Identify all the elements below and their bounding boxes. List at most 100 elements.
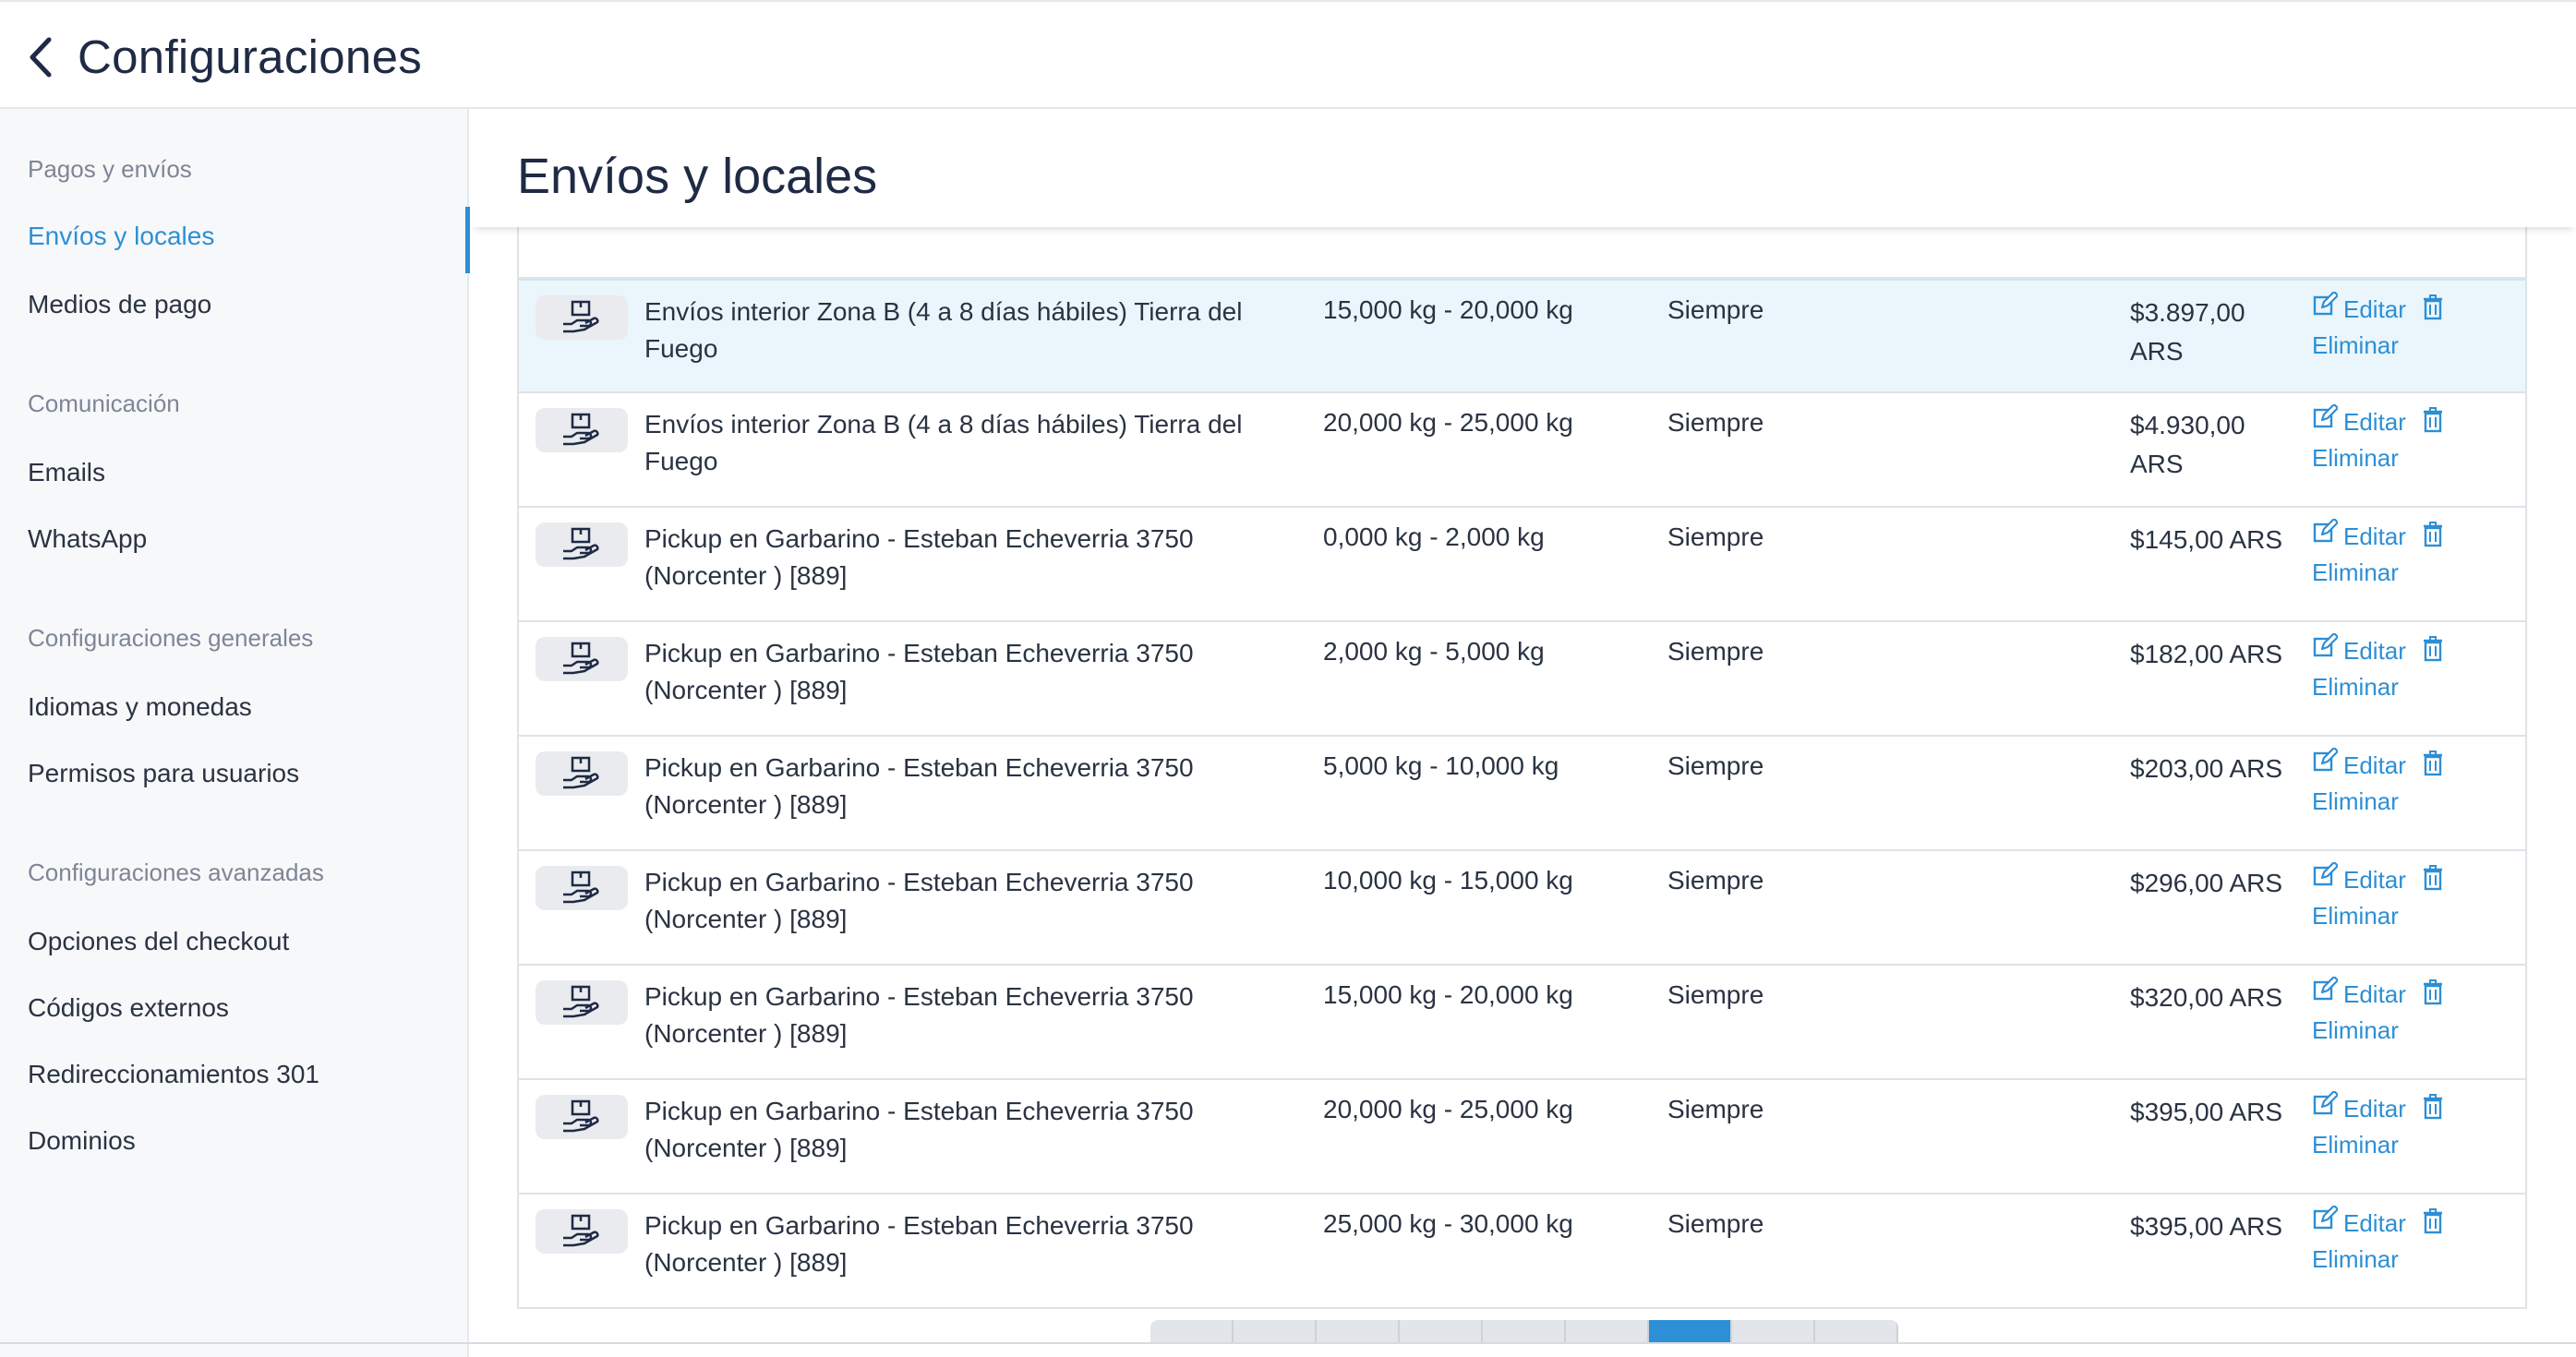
sidebar-item-idiomas[interactable]: Idiomas y monedas — [28, 692, 252, 722]
section-title: Envíos y locales — [517, 149, 878, 204]
delete-link[interactable]: Eliminar — [2312, 670, 2497, 703]
row-actions: Editar Eliminar — [2312, 1089, 2497, 1161]
hand-package-icon — [536, 295, 628, 340]
trash-icon[interactable] — [2423, 294, 2443, 329]
sidebar-item-checkout[interactable]: Opciones del checkout — [28, 927, 289, 956]
page-segment[interactable] — [1483, 1320, 1566, 1342]
edit-label: Editar — [2343, 636, 2406, 665]
shipping-name: Pickup en Garbarino - Esteban Echeverria… — [644, 868, 1194, 933]
edit-label: Editar — [2343, 294, 2406, 323]
hand-package-icon — [536, 980, 628, 1025]
page-segment[interactable] — [1150, 1320, 1234, 1342]
edit-link[interactable]: Editar — [2312, 517, 2406, 553]
trash-icon[interactable] — [2423, 635, 2443, 670]
sidebar-section-generales: Configuraciones generales — [28, 624, 314, 652]
edit-link[interactable]: Editar — [2312, 860, 2406, 896]
availability: Siempre — [1667, 1209, 1764, 1238]
page-segment[interactable] — [1732, 1320, 1815, 1342]
shipping-name: Pickup en Garbarino - Esteban Echeverria… — [644, 639, 1194, 704]
page-segment[interactable] — [1234, 1320, 1317, 1342]
table-row: Envíos interior Zona B (4 a 8 días hábil… — [519, 279, 2525, 393]
edit-icon — [2312, 746, 2340, 782]
price: $296,00 ARS — [2130, 869, 2283, 897]
shipping-name: Pickup en Garbarino - Esteban Echeverria… — [644, 524, 1194, 590]
sidebar-item-emails[interactable]: Emails — [28, 458, 105, 487]
sidebar-item-permisos[interactable]: Permisos para usuarios — [28, 759, 299, 788]
table-row: Envíos interior Zona B (4 a 8 días hábil… — [519, 393, 2525, 508]
delete-link[interactable]: Eliminar — [2312, 441, 2497, 474]
trash-icon[interactable] — [2423, 979, 2443, 1014]
sidebar-item-whatsapp[interactable]: WhatsApp — [28, 524, 147, 554]
edit-label: Editar — [2343, 751, 2406, 779]
hand-package-icon — [536, 751, 628, 796]
back-button[interactable] — [18, 33, 63, 81]
sidebar-item-dominios[interactable]: Dominios — [28, 1126, 136, 1156]
delete-link[interactable]: Eliminar — [2312, 1243, 2497, 1276]
weight-range: 5,000 kg - 10,000 kg — [1323, 751, 1559, 780]
sidebar-item-codigos[interactable]: Códigos externos — [28, 993, 229, 1023]
trash-icon[interactable] — [2423, 750, 2443, 785]
row-actions: Editar Eliminar — [2312, 631, 2497, 703]
sidebar-item-medios-de-pago[interactable]: Medios de pago — [28, 290, 211, 319]
delete-link[interactable]: Eliminar — [2312, 1128, 2497, 1161]
delete-link[interactable]: Eliminar — [2312, 329, 2497, 362]
sidebar-item-envios[interactable]: Envíos y locales — [28, 222, 214, 251]
availability: Siempre — [1667, 408, 1764, 437]
table-row: Pickup en Garbarino - Esteban Echeverria… — [519, 966, 2525, 1080]
availability: Siempre — [1667, 1095, 1764, 1123]
availability: Siempre — [1667, 637, 1764, 666]
bottom-divider — [0, 1342, 2576, 1344]
trash-icon[interactable] — [2423, 864, 2443, 899]
trash-icon[interactable] — [2423, 1207, 2443, 1243]
delete-link[interactable]: Eliminar — [2312, 785, 2497, 818]
edit-link[interactable]: Editar — [2312, 290, 2406, 326]
weight-range: 2,000 kg - 5,000 kg — [1323, 637, 1545, 666]
price: $182,00 ARS — [2130, 640, 2283, 668]
page-title: Configuraciones — [78, 30, 423, 83]
active-indicator — [465, 207, 470, 273]
page-segment[interactable] — [1566, 1320, 1649, 1342]
hand-package-icon — [536, 1209, 628, 1254]
edit-icon — [2312, 631, 2340, 667]
delete-link[interactable]: Eliminar — [2312, 1014, 2497, 1047]
edit-link[interactable]: Editar — [2312, 1089, 2406, 1125]
weight-range: 15,000 kg - 20,000 kg — [1323, 295, 1573, 324]
page-segment[interactable] — [1815, 1320, 1898, 1342]
hand-package-icon — [536, 408, 628, 452]
edit-icon — [2312, 290, 2340, 326]
edit-link[interactable]: Editar — [2312, 402, 2406, 438]
delete-link[interactable]: Eliminar — [2312, 899, 2497, 932]
row-actions: Editar Eliminar — [2312, 860, 2497, 932]
price: $203,00 ARS — [2130, 754, 2283, 783]
shipping-name: Envíos interior Zona B (4 a 8 días hábil… — [644, 410, 1243, 475]
trash-icon[interactable] — [2423, 406, 2443, 441]
edit-icon — [2312, 1089, 2340, 1125]
sidebar-section-comunicacion: Comunicación — [28, 390, 180, 417]
weight-range: 10,000 kg - 15,000 kg — [1323, 866, 1573, 895]
edit-icon — [2312, 860, 2340, 896]
price: $4.930,00 ARS — [2130, 411, 2245, 478]
edit-icon — [2312, 517, 2340, 553]
edit-link[interactable]: Editar — [2312, 631, 2406, 667]
weight-range: 15,000 kg - 20,000 kg — [1323, 980, 1573, 1009]
edit-icon — [2312, 402, 2340, 438]
trash-icon[interactable] — [2423, 521, 2443, 556]
edit-link[interactable]: Editar — [2312, 975, 2406, 1011]
availability: Siempre — [1667, 980, 1764, 1009]
delete-link[interactable]: Eliminar — [2312, 556, 2497, 589]
sidebar-item-redirecciones[interactable]: Redireccionamientos 301 — [28, 1060, 319, 1089]
shipping-name: Pickup en Garbarino - Esteban Echeverria… — [644, 982, 1194, 1048]
table-row: Pickup en Garbarino - Esteban Echeverria… — [519, 1195, 2525, 1309]
page-segment[interactable] — [1317, 1320, 1400, 1342]
hand-package-icon — [536, 866, 628, 910]
main-content: Envíos y locales Envíos interior Zona B … — [471, 109, 2576, 1342]
edit-label: Editar — [2343, 1094, 2406, 1123]
availability: Siempre — [1667, 522, 1764, 551]
edit-link[interactable]: Editar — [2312, 1204, 2406, 1240]
page-segment[interactable] — [1400, 1320, 1483, 1342]
page-segment[interactable] — [1649, 1320, 1732, 1342]
trash-icon[interactable] — [2423, 1093, 2443, 1128]
sidebar: Pagos y envíos Envíos y locales Medios d… — [0, 109, 470, 1357]
table-row: Pickup en Garbarino - Esteban Echeverria… — [519, 508, 2525, 622]
edit-link[interactable]: Editar — [2312, 746, 2406, 782]
